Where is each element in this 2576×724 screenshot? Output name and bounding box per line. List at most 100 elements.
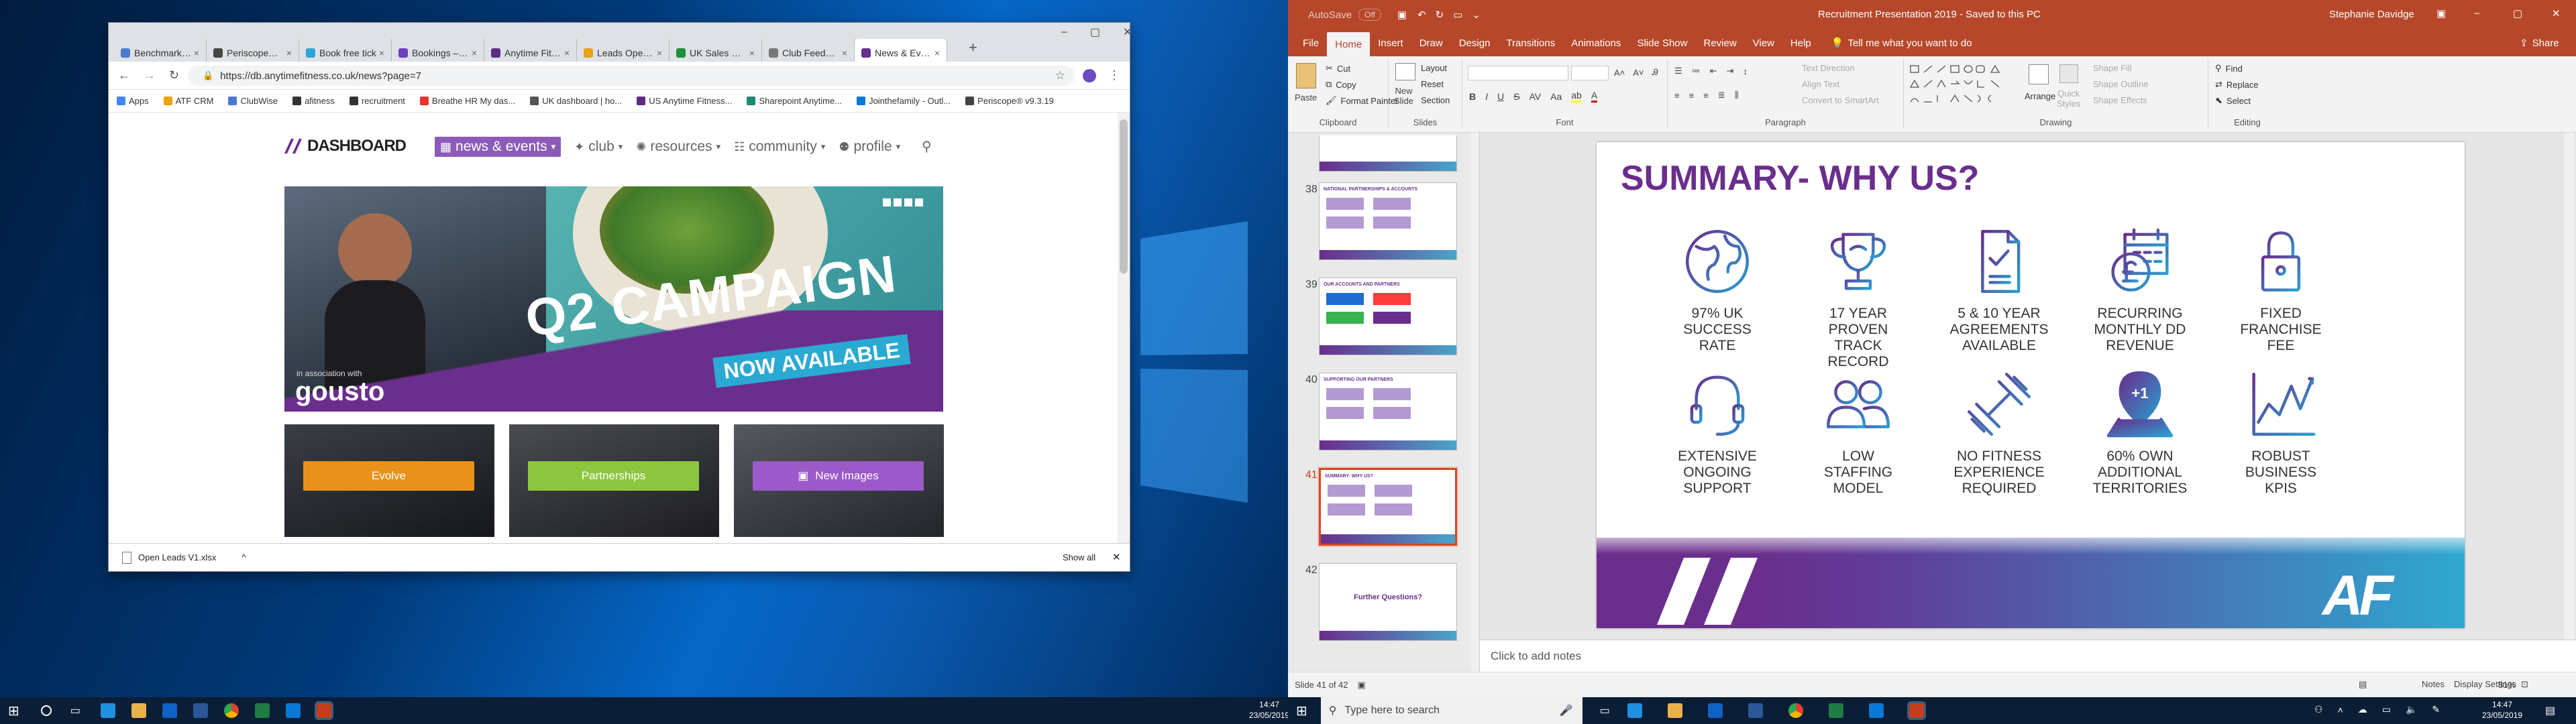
nav-news-events[interactable]: ▦ news & events ▾ <box>435 137 561 157</box>
tile-button[interactable]: Evolve <box>303 461 474 491</box>
feature-tile[interactable]: Partnerships <box>509 424 719 537</box>
arrange-button[interactable]: Arrange <box>2025 91 2055 101</box>
clock-right[interactable]: 14:47 23/05/2019 <box>2482 699 2522 721</box>
forward-arrow-icon[interactable]: → <box>144 68 156 82</box>
shrink-font-icon[interactable]: A˅ <box>1633 68 1644 78</box>
bullets-icon[interactable]: ☰ <box>1674 66 1682 76</box>
redo-icon[interactable]: ↻ <box>1436 9 1444 21</box>
bold-button[interactable]: B <box>1469 91 1476 102</box>
paste-button[interactable]: Paste <box>1295 93 1317 103</box>
align-center-icon[interactable]: ≡ <box>1689 90 1695 101</box>
notes-pane[interactable]: Click to add notes <box>1480 640 2576 672</box>
slide-thumbnail[interactable]: SUMMARY- WHY US? <box>1318 467 1458 547</box>
bookmark-item[interactable]: Periscope® v9.3.19 <box>965 96 1054 106</box>
ribbon-display-icon[interactable]: ▣ <box>2436 7 2446 19</box>
tile-button[interactable]: Partnerships <box>528 461 699 491</box>
excel-right-icon[interactable] <box>1828 703 1843 718</box>
bookmark-item[interactable]: Sharepoint Anytime... <box>747 96 842 106</box>
shapes-gallery[interactable] <box>1909 64 2017 111</box>
tell-me-box[interactable]: 💡 Tell me what you want to do <box>1831 37 1972 50</box>
bookmark-item[interactable]: ClubWise <box>228 96 278 106</box>
shape-outline-button[interactable]: Shape Outline <box>2093 79 2148 89</box>
strike-button[interactable]: S <box>1513 91 1519 102</box>
thumbnails-scrollbar[interactable] <box>1470 133 1479 672</box>
ribbon-tab-animations[interactable]: Animations <box>1563 29 1629 56</box>
clock-left[interactable]: 14:47 23/05/2019 <box>1249 699 1289 721</box>
download-item[interactable]: Open Leads V1.xlsx ^ <box>122 551 246 564</box>
line-spacing-icon[interactable]: ↕ <box>1743 66 1748 76</box>
slide-thumbnail[interactable]: OUR ACCOUNTS AND PARTNERS <box>1319 278 1457 355</box>
carousel-dots[interactable] <box>883 198 923 206</box>
font-name-box[interactable] <box>1468 66 1568 80</box>
spacing-icon[interactable]: AV <box>1529 91 1541 102</box>
case-icon[interactable]: Aa <box>1550 91 1562 102</box>
ribbon-tab-review[interactable]: Review <box>1695 29 1744 56</box>
fit-to-window-icon[interactable]: ⊡ <box>2521 679 2528 690</box>
ribbon-tab-help[interactable]: Help <box>1782 29 1819 56</box>
word-icon[interactable] <box>193 703 208 718</box>
chrome-menu-icon[interactable]: ⋮ <box>1108 68 1120 82</box>
ppt-close-button[interactable]: ✕ <box>2552 7 2561 19</box>
skype-icon[interactable] <box>285 703 301 718</box>
indent-inc-icon[interactable]: ⇥ <box>1727 66 1734 76</box>
present-icon[interactable]: ▭ <box>1453 9 1462 21</box>
highlight-icon[interactable]: ab <box>1571 90 1582 103</box>
normal-view-icon[interactable]: ▤ <box>2359 679 2367 690</box>
chrome-scrollbar[interactable] <box>1118 113 1130 548</box>
tab-close-icon[interactable]: × <box>472 48 477 58</box>
new-tab-button[interactable]: + <box>969 39 977 56</box>
nav-resources[interactable]: ✺ resources ▾ <box>636 139 720 155</box>
outlook-icon[interactable] <box>162 703 177 718</box>
start-button-right-icon[interactable]: ⊞ <box>1296 703 1307 719</box>
font-color-icon[interactable]: A <box>1591 90 1598 103</box>
slide-41[interactable]: SUMMARY- WHY US? 97% UK SUCCESS RATE 17 Y… <box>1597 142 2465 628</box>
ribbon-tab-file[interactable]: File <box>1295 29 1327 56</box>
ribbon-tab-design[interactable]: Design <box>1451 29 1499 56</box>
bookmark-item[interactable]: afitness <box>292 96 335 106</box>
chrome-taskbar-icon[interactable] <box>223 703 239 718</box>
spellcheck-icon[interactable]: ▣ <box>1358 680 1366 690</box>
bookmark-item[interactable]: UK dashboard | ho... <box>530 96 622 106</box>
word-right-icon[interactable] <box>1748 703 1763 718</box>
save-icon[interactable]: ▣ <box>1397 9 1407 21</box>
file-explorer-icon[interactable] <box>131 703 146 718</box>
tray-up-icon[interactable]: ˄ <box>2338 705 2343 715</box>
find-button[interactable]: ⚲ Find <box>2215 63 2243 74</box>
campaign-hero-banner[interactable]: Q2 CAMPAIGN NOW AVAILABLE in association… <box>284 186 943 412</box>
tab-close-icon[interactable]: × <box>749 48 755 58</box>
share-button[interactable]: ⇪ Share <box>2520 37 2559 50</box>
slide-thumbnail[interactable]: SUPPORTING OUR PARTNERS <box>1319 373 1457 450</box>
slide-thumbnail[interactable]: NATIONAL PARTNERSHIPS & ACCOUNTS <box>1319 182 1457 260</box>
site-logo[interactable]: DASHBOARD <box>284 137 407 156</box>
editor-scrollbar[interactable] <box>2564 133 2575 640</box>
onedrive-icon[interactable]: ☁ <box>2358 704 2367 715</box>
numbering-icon[interactable]: ≔ <box>1692 66 1701 76</box>
ribbon-tab-slide-show[interactable]: Slide Show <box>1629 29 1695 56</box>
site-search-icon[interactable]: ⚲ <box>922 138 932 155</box>
nav-community[interactable]: ☷ community ▾ <box>734 139 825 155</box>
reset-button[interactable]: Reset <box>1421 79 1444 89</box>
user-name[interactable]: Stephanie Davidge <box>2329 9 2414 20</box>
zoom-level[interactable]: 81% <box>2498 680 2516 690</box>
copy-button[interactable]: ⧉ Copy <box>1326 79 1356 90</box>
feature-tile[interactable]: ▣ New Images <box>734 424 944 537</box>
smartart-button[interactable]: Convert to SmartArt <box>1802 95 1879 105</box>
show-all-link[interactable]: Show all <box>1063 552 1095 562</box>
bookmark-item[interactable]: ATF CRM <box>163 96 213 106</box>
tab-close-icon[interactable]: × <box>934 48 940 58</box>
ribbon-tab-insert[interactable]: Insert <box>1370 29 1411 56</box>
new-slide-icon[interactable] <box>1395 63 1415 80</box>
tile-button[interactable]: ▣ New Images <box>753 461 924 491</box>
task-view-right-icon[interactable]: ▭ <box>1600 704 1610 717</box>
paste-icon[interactable] <box>1296 63 1316 88</box>
excel-icon[interactable] <box>254 703 270 718</box>
maximize-button[interactable]: ▢ <box>1090 25 1100 39</box>
arrange-icon[interactable] <box>2029 64 2049 84</box>
bookmark-item[interactable]: recruitment <box>349 96 405 106</box>
nav-club[interactable]: ✦ club ▾ <box>574 139 623 155</box>
edge-right-icon[interactable] <box>1627 703 1642 718</box>
chevron-up-icon[interactable]: ^ <box>241 552 246 562</box>
qat-more-icon[interactable]: ⌄ <box>1472 9 1481 21</box>
ppt-minimize-button[interactable]: – <box>2474 7 2479 19</box>
justify-icon[interactable]: ≣ <box>1718 90 1725 101</box>
